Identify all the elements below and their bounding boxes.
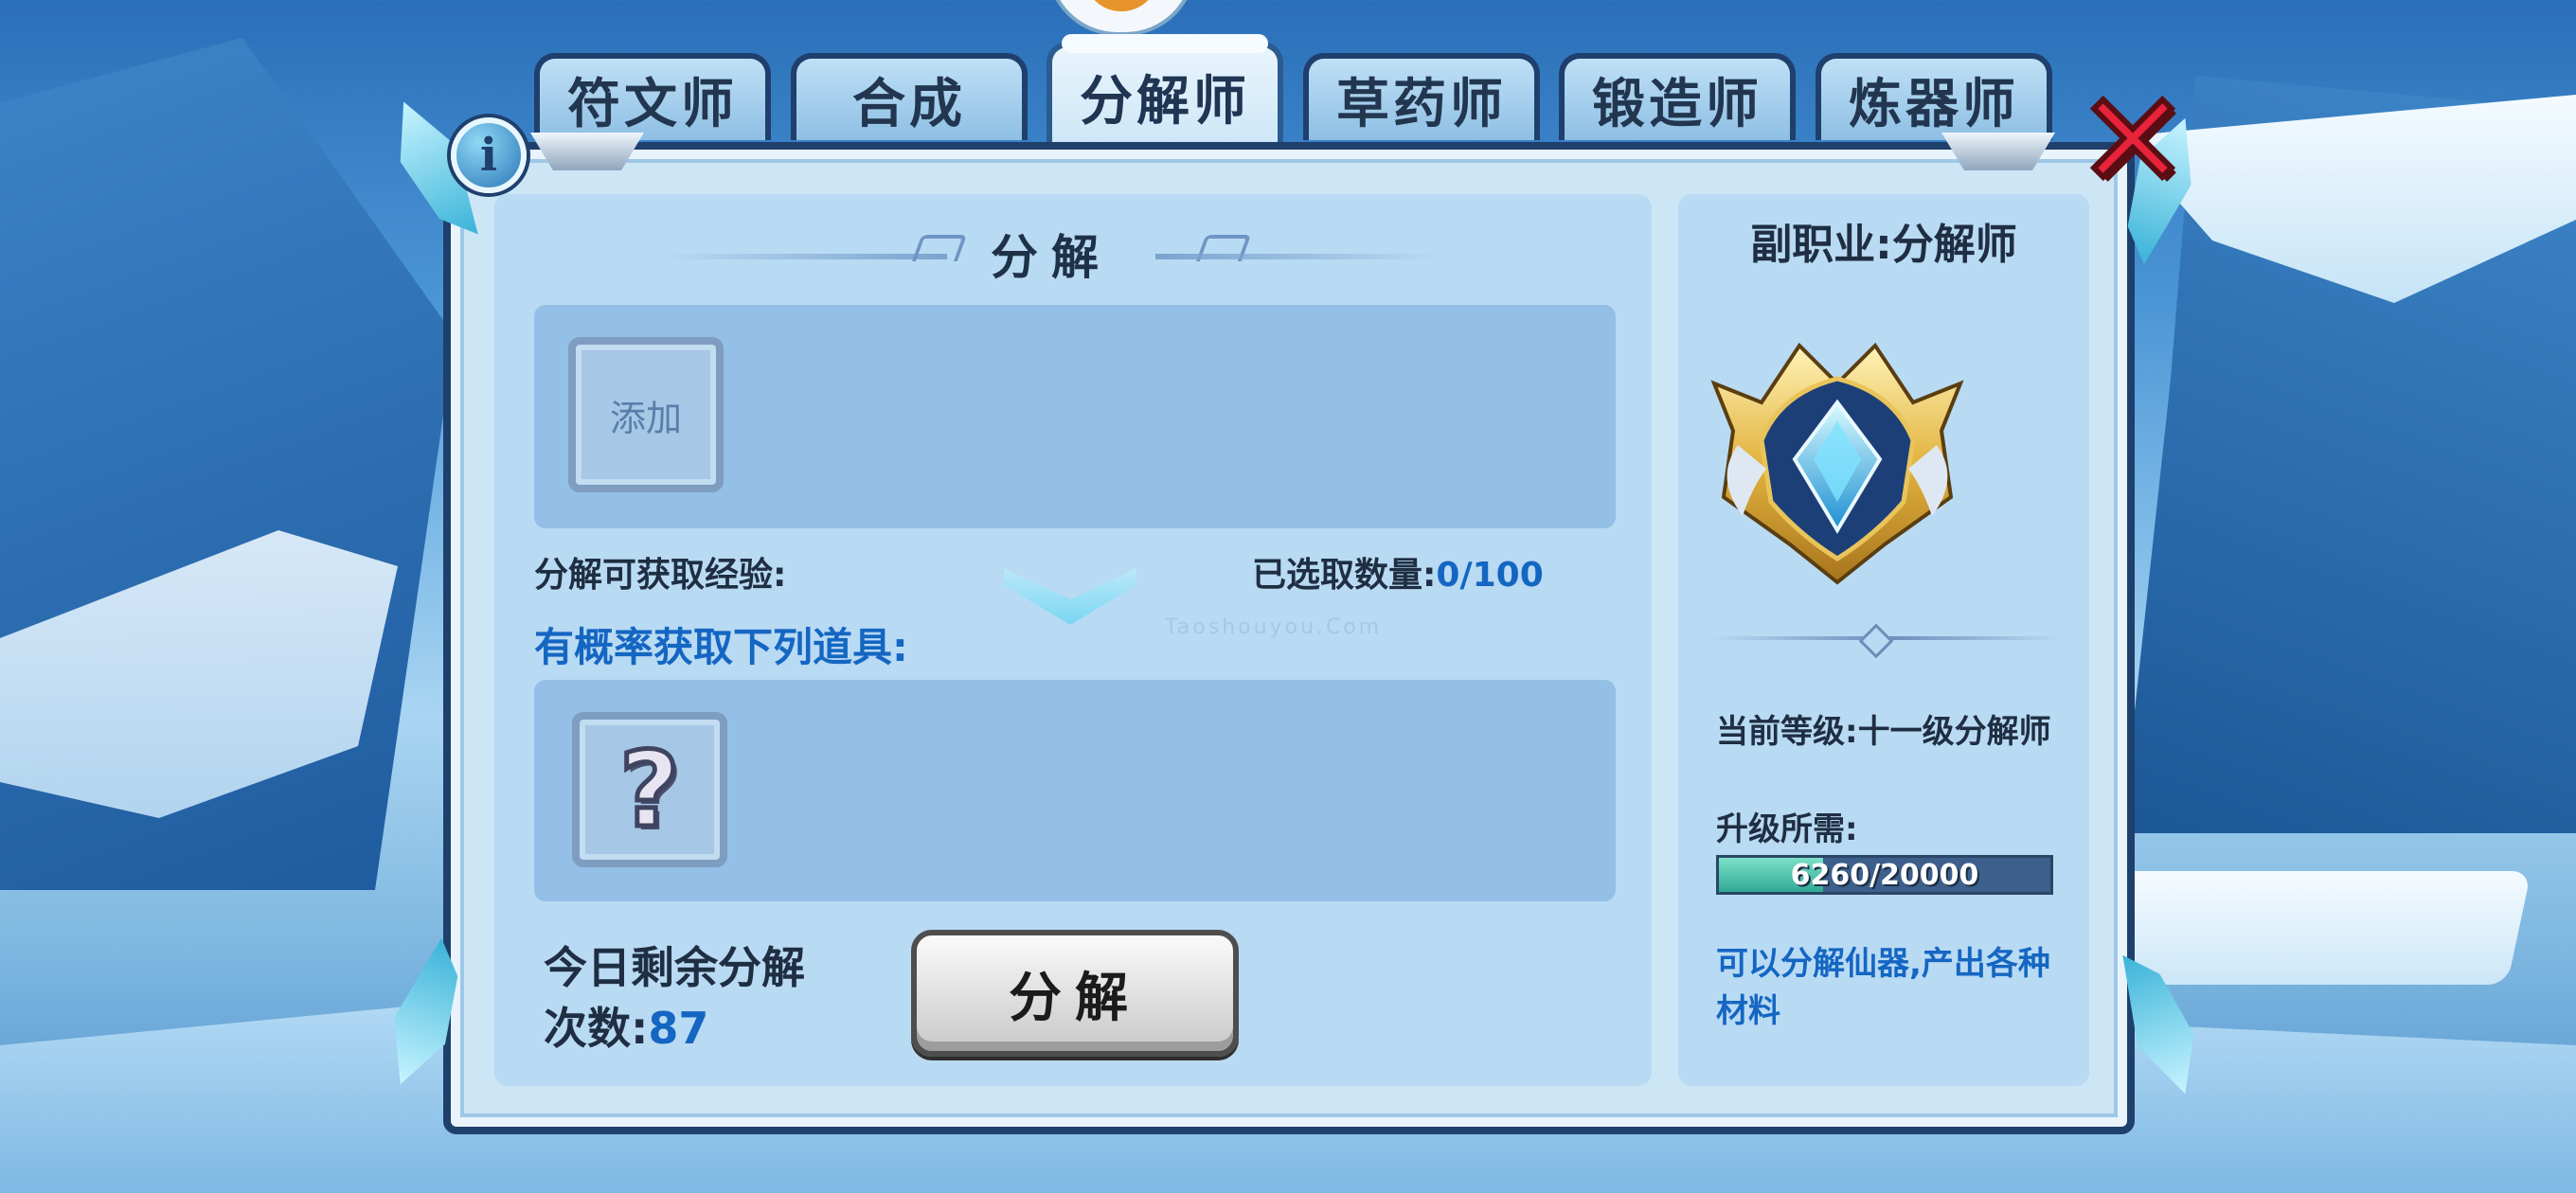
info-button[interactable]: i: [451, 117, 527, 193]
info-icon: i: [479, 129, 498, 182]
remaining-label-line2: 次数:: [544, 1003, 649, 1054]
add-item-slot[interactable]: 添加: [568, 337, 724, 492]
unknown-item-slot[interactable]: ?: [572, 712, 727, 867]
drops-heading: 有概率获取下列道具:: [534, 624, 908, 670]
remaining-value: 87: [648, 1003, 709, 1054]
chevron-down-icon: [1004, 568, 1136, 625]
add-slot-label: 添加: [609, 397, 682, 439]
sub-profession-title: 副职业:分解师: [1750, 221, 2017, 269]
current-level: 当前等级:十一级分解师: [1716, 713, 2051, 751]
close-button[interactable]: ✕: [2074, 73, 2191, 211]
selected-count-label: 已选取数量:: [1252, 556, 1437, 595]
tab-blacksmith[interactable]: 锻造师: [1559, 53, 1796, 140]
remaining-count: 今日剩余分解 次数:87: [544, 937, 805, 1059]
section-title: 分解: [991, 230, 1112, 285]
profession-tabs: 符文师 合成 分解师 草药师 锻造师 炼器师: [530, 34, 2065, 146]
watermark: Taoshouyou.Com: [1004, 549, 1379, 639]
mascot-creature-icon: [1046, 0, 1196, 36]
tab-decomposer[interactable]: 分解师: [1046, 34, 1283, 146]
profession-badge-icon: [1710, 342, 1964, 585]
title-decoration-icon: [911, 235, 968, 261]
decompose-button[interactable]: 分解: [911, 930, 1239, 1057]
watermark-text: Taoshouyou.Com: [1165, 615, 1383, 639]
title-decoration-line: [663, 254, 947, 259]
exp-label: 分解可获取经验:: [534, 556, 787, 595]
tab-rune-master[interactable]: 符文师: [534, 53, 771, 140]
selected-count: 已选取数量:0/100: [1252, 547, 1544, 596]
tab-artificer[interactable]: 炼器师: [1816, 53, 2052, 140]
background-ice-floe: [2090, 871, 2531, 985]
exp-progress-text: 6260/20000: [1790, 858, 1979, 892]
remaining-label-line1: 今日剩余分解: [544, 942, 805, 993]
close-icon: ✕: [2074, 64, 2191, 219]
tab-synthesis[interactable]: 合成: [791, 53, 1028, 140]
profession-description: 可以分解仙器,产出各种材料: [1716, 945, 2050, 1030]
title-decoration-line: [1155, 254, 1440, 259]
selected-count-value: 0/100: [1436, 556, 1544, 595]
upgrade-requirement-label: 升级所需:: [1716, 810, 1858, 848]
exp-progress-bar: 6260/20000: [1716, 855, 2053, 895]
tab-herbalist[interactable]: 草药师: [1303, 53, 1540, 140]
question-mark-icon: ?: [617, 727, 683, 853]
